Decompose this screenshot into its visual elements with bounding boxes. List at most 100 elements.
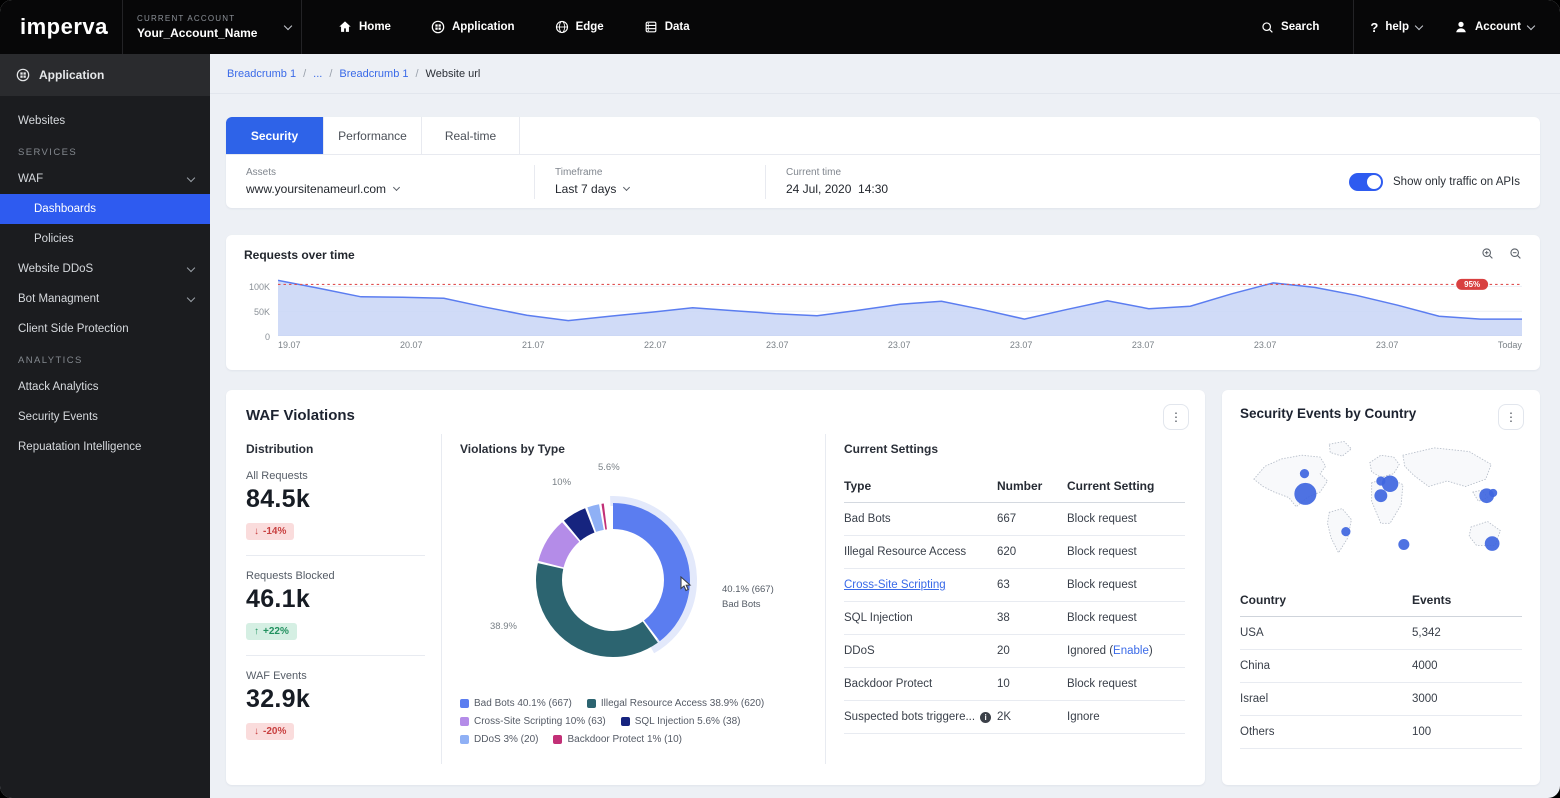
kebab-menu-icon[interactable]: ⋮: [1163, 404, 1189, 430]
world-map: [1240, 435, 1522, 578]
chevron-down-icon: [187, 173, 195, 181]
divider: [246, 655, 425, 656]
help-icon: ?: [1370, 20, 1378, 35]
settings-row: Cross-Site Scripting63Block request: [844, 569, 1185, 602]
delta-badge: ↓-20%: [246, 723, 294, 740]
breadcrumb-link[interactable]: Breadcrumb 1: [339, 68, 408, 80]
donut-hover-label: 40.1% (667) Bad Bots: [722, 582, 774, 612]
chevron-down-icon: [1415, 21, 1423, 29]
waf-violations-title: WAF Violations: [246, 407, 1185, 424]
breadcrumb-current: Website url: [426, 68, 481, 80]
donut-chart: 5.6% 10% 38.9% 40.1% (667) Bad Bots: [460, 470, 808, 682]
nav-item-data[interactable]: Data: [644, 20, 690, 34]
help-menu[interactable]: ? help: [1354, 20, 1438, 35]
zoom-in-icon[interactable]: [1481, 247, 1494, 260]
legend-item[interactable]: SQL Injection 5.6% (38): [621, 716, 741, 727]
zoom-out-icon[interactable]: [1509, 247, 1522, 260]
assets-select[interactable]: Assets www.yoursitenameurl.com: [226, 165, 534, 199]
security-events-title: Security Events by Country: [1240, 406, 1522, 421]
application-icon: [431, 20, 445, 34]
area-chart-plot: 95%: [278, 274, 1522, 336]
sidebar-item-bot-managment[interactable]: Bot Managment: [0, 284, 210, 314]
chevron-down-icon: [187, 263, 195, 271]
current-settings-table: Type Number Current Setting Bad Bots667B…: [844, 470, 1185, 734]
info-icon[interactable]: i: [980, 712, 991, 723]
sidebar-item-dashboards[interactable]: Dashboards: [0, 194, 210, 224]
nav-item-home[interactable]: Home: [338, 20, 391, 34]
x-tick: 23.07: [1010, 340, 1033, 350]
imperva-logo[interactable]: imperva: [0, 14, 122, 40]
chevron-down-icon: [1527, 21, 1535, 29]
api-traffic-toggle[interactable]: Show only traffic on APIs: [1349, 173, 1540, 191]
country-row: Others100: [1240, 716, 1522, 749]
legend-swatch: [587, 699, 596, 708]
tab-real-time[interactable]: Real-time: [422, 117, 520, 154]
sidebar-item-security-events[interactable]: Security Events: [0, 402, 210, 432]
waf-violations-card: WAF Violations ⋮ Distribution All Reques…: [226, 390, 1205, 785]
nav-item-application[interactable]: Application: [431, 20, 515, 34]
breadcrumb-link-ellipsis[interactable]: ...: [313, 68, 322, 80]
legend-item[interactable]: Backdoor Protect 1% (10): [553, 734, 682, 745]
sidebar-item-attack-analytics[interactable]: Attack Analytics: [0, 372, 210, 402]
edge-globe-icon: [555, 20, 569, 34]
sidebar-item-waf[interactable]: WAF: [0, 164, 210, 194]
sidebar-header-application[interactable]: Application: [0, 54, 210, 96]
breadcrumb-link[interactable]: Breadcrumb 1: [227, 68, 296, 80]
x-tick: 23.07: [1132, 340, 1155, 350]
sidebar-item-client-side-protection[interactable]: Client Side Protection: [0, 314, 210, 344]
x-tick: 23.07: [1376, 340, 1399, 350]
legend-swatch: [553, 735, 562, 744]
donut-legend: Bad Bots 40.1% (667) Illegal Resource Acc…: [460, 698, 807, 745]
sidebar-item-website-ddos[interactable]: Website DDoS: [0, 254, 210, 284]
x-tick: 19.07: [278, 340, 301, 350]
account-menu[interactable]: Account: [1438, 20, 1560, 34]
sidebar-item-repuatation-intelligence[interactable]: Repuatation Intelligence: [0, 432, 210, 462]
arrow-down-icon: ↓: [254, 526, 259, 537]
nav-item-edge[interactable]: Edge: [555, 20, 604, 34]
timeframe-select[interactable]: Timeframe Last 7 days: [535, 165, 765, 199]
country-table: Country Events USA5,342China4000Israel30…: [1240, 584, 1522, 749]
distribution-column: Distribution All Requests 84.5k ↓-14% Re…: [246, 434, 442, 764]
current-settings-column: Current Settings Type Number Current Set…: [826, 434, 1185, 764]
settings-row: SQL Injection38Block request: [844, 602, 1185, 635]
settings-row: Bad Bots667Block request: [844, 503, 1185, 536]
enable-link[interactable]: Enable: [1113, 645, 1149, 657]
application-icon: [16, 68, 30, 82]
topbar-right: Search ? help Account: [1227, 0, 1560, 54]
tab-performance[interactable]: Performance: [324, 117, 422, 154]
sidebar-section-label: SERVICES: [0, 136, 210, 164]
legend-item[interactable]: Cross-Site Scripting 10% (63): [460, 716, 606, 727]
current-time: Current time 24 Jul, 2020 14:30: [766, 165, 912, 199]
legend-item[interactable]: Illegal Resource Access 38.9% (620): [587, 698, 764, 709]
x-tick: 23.07: [888, 340, 911, 350]
sidebar-item-policies[interactable]: Policies: [0, 224, 210, 254]
chevron-down-icon: [393, 184, 400, 191]
legend-item[interactable]: DDoS 3% (20): [460, 734, 538, 745]
breadcrumb: Breadcrumb 1 / ... / Breadcrumb 1 / Webs…: [210, 54, 1560, 94]
settings-row: Suspected bots triggere...i2KIgnore: [844, 701, 1185, 734]
tab-security[interactable]: Security: [226, 117, 324, 154]
donut-callout: 10%: [552, 477, 571, 488]
home-icon: [338, 20, 352, 34]
chart-title: Requests over time: [244, 248, 1522, 262]
kebab-menu-icon[interactable]: ⋮: [1498, 404, 1524, 430]
toggle-switch[interactable]: [1349, 173, 1383, 191]
chevron-down-icon: [187, 293, 195, 301]
divider: [246, 555, 425, 556]
toggle-knob: [1367, 175, 1381, 189]
sidebar: Application WebsitesSERVICESWAFDashboard…: [0, 54, 210, 798]
chevron-down-icon: [623, 184, 630, 191]
bottom-row: WAF Violations ⋮ Distribution All Reques…: [226, 390, 1540, 785]
search-icon: [1261, 21, 1274, 34]
data-icon: [644, 20, 658, 34]
current-account-selector[interactable]: CURRENT ACCOUNT Your_Account_Name: [123, 14, 301, 40]
content-area: Breadcrumb 1 / ... / Breadcrumb 1 / Webs…: [210, 54, 1560, 798]
search-button[interactable]: Search: [1227, 21, 1353, 34]
sidebar-item-websites[interactable]: Websites: [0, 106, 210, 136]
violation-type-link[interactable]: Cross-Site Scripting: [844, 579, 946, 591]
area-chart: 100K50K0 95%: [244, 274, 1522, 336]
legend-item[interactable]: Bad Bots 40.1% (667): [460, 698, 572, 709]
top-nav-menu: Home Application Edge Data: [338, 20, 690, 34]
legend-swatch: [460, 699, 469, 708]
violations-by-type-column: Violations by Type 5.6% 10% 38.9% 40.1% …: [442, 434, 826, 764]
